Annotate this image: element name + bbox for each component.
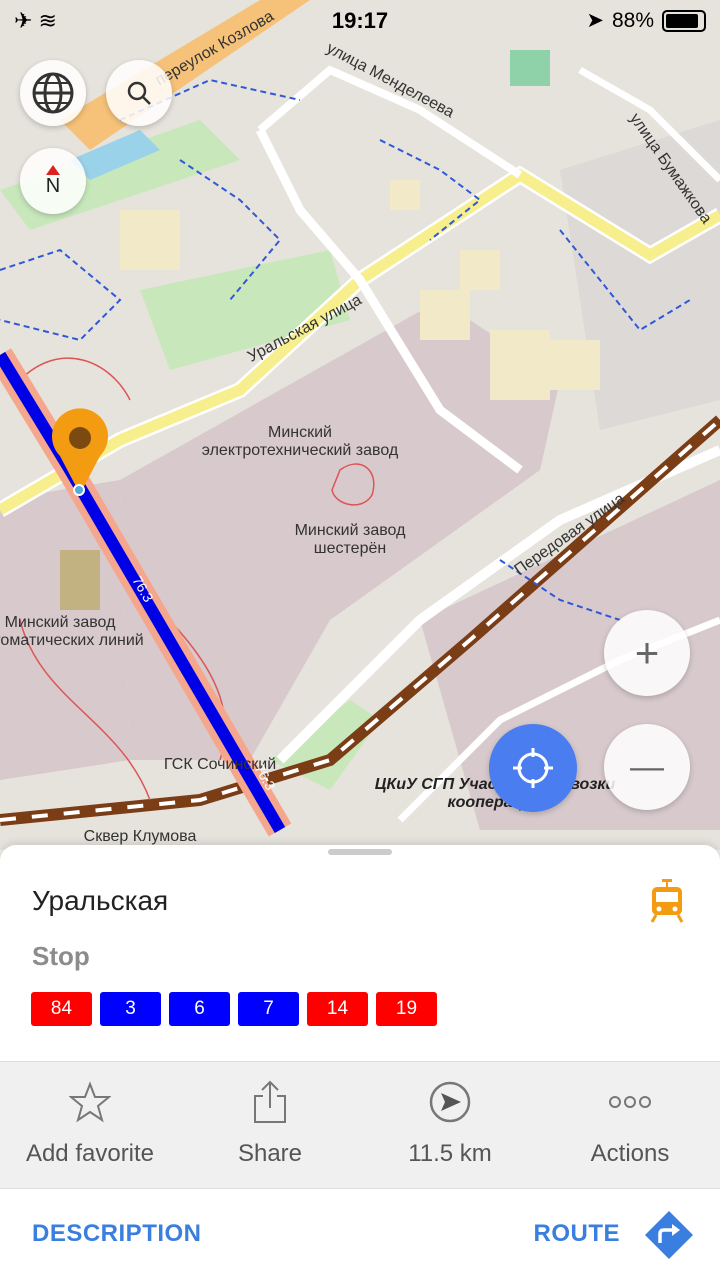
action-bar: Add favorite Share 11.5 km Actions xyxy=(0,1061,720,1189)
route-badge[interactable]: 84 xyxy=(31,992,92,1026)
status-right: ➤ 88% xyxy=(586,8,706,33)
share-button[interactable]: Share xyxy=(180,1062,360,1188)
stop-marker-pin-icon[interactable] xyxy=(48,406,112,498)
minus-icon: — xyxy=(630,747,664,786)
more-dots-icon xyxy=(609,1096,651,1108)
route-diamond-icon[interactable] xyxy=(644,1210,694,1260)
place-title: Уральская xyxy=(32,885,169,916)
direction-arrow-icon xyxy=(429,1081,471,1123)
more-actions-label: Actions xyxy=(590,1140,670,1167)
route-badge[interactable]: 7 xyxy=(238,992,299,1026)
route-badge[interactable]: 14 xyxy=(307,992,368,1026)
crosshair-icon xyxy=(513,748,553,788)
route-badge[interactable]: 3 xyxy=(100,992,161,1026)
map-view[interactable]: Минский электротехнический завод Минский… xyxy=(0,0,720,850)
distance-button[interactable]: 11.5 km xyxy=(360,1062,540,1188)
tram-icon xyxy=(650,879,684,923)
my-location-button[interactable] xyxy=(489,724,577,812)
route-badge[interactable]: 6 xyxy=(169,992,230,1026)
map-label-plant: Минский завод автоматических линий xyxy=(0,614,144,649)
add-favorite-button[interactable]: Add favorite xyxy=(0,1062,180,1188)
place-type: Stop xyxy=(32,941,90,971)
route-button[interactable]: ROUTE xyxy=(534,1220,621,1248)
compass-needle-icon xyxy=(46,164,60,175)
route-badge[interactable]: 19 xyxy=(376,992,437,1026)
zoom-in-button[interactable]: + xyxy=(604,610,690,696)
location-arrow-icon: ➤ xyxy=(586,9,604,32)
add-favorite-label: Add favorite xyxy=(25,1140,155,1167)
compass-label: N xyxy=(45,174,61,197)
description-button[interactable]: DESCRIPTION xyxy=(32,1220,202,1248)
globe-icon xyxy=(32,72,74,114)
share-icon xyxy=(254,1080,286,1123)
more-actions-button[interactable]: Actions xyxy=(540,1062,720,1188)
map-style-button[interactable] xyxy=(20,60,86,126)
bottom-bar: DESCRIPTION ROUTE xyxy=(0,1188,720,1280)
distance-label: 11.5 km xyxy=(408,1140,492,1167)
share-label: Share xyxy=(237,1140,303,1167)
battery-percent: 88% xyxy=(611,8,654,32)
search-button[interactable] xyxy=(106,60,172,126)
star-icon xyxy=(69,1081,111,1123)
place-panel[interactable]: Уральская Stop 84 3 6 7 14 19 Add favori… xyxy=(0,845,720,1280)
sheet-grabber[interactable] xyxy=(328,849,392,855)
map-label-square: Сквер Клумова xyxy=(83,828,197,845)
status-bar: ✈ ︎≋ 19:17 ➤ 88% xyxy=(0,0,720,40)
route-badges: 84 3 6 7 14 19 xyxy=(31,992,437,1026)
plus-icon: + xyxy=(634,629,660,676)
zoom-out-button[interactable]: — xyxy=(604,724,690,810)
map-label-plant: Минский электротехнический завод xyxy=(201,424,399,459)
map-label-plant: Минский завод шестерён xyxy=(294,522,406,557)
battery-icon xyxy=(662,9,706,32)
search-icon xyxy=(127,81,151,105)
compass-button[interactable]: N xyxy=(20,148,86,214)
